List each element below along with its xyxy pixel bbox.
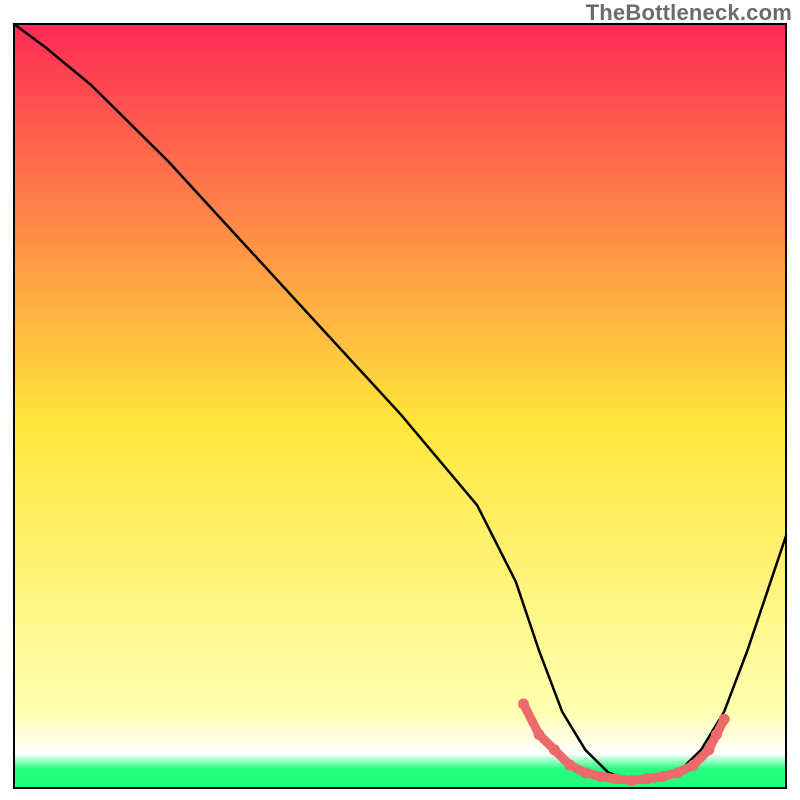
highlight-dot: [534, 729, 545, 740]
highlight-dot: [518, 699, 529, 710]
highlight-dot: [564, 760, 575, 771]
highlight-dot: [642, 773, 653, 784]
highlight-dot: [626, 775, 637, 786]
highlight-dot: [711, 729, 722, 740]
chart-stage: TheBottleneck.com: [0, 0, 800, 800]
highlight-dot: [580, 767, 591, 778]
highlight-dot: [719, 714, 730, 725]
plot-background: [14, 24, 786, 788]
bottleneck-chart: [0, 0, 800, 800]
highlight-dot: [595, 771, 606, 782]
highlight-dot: [672, 767, 683, 778]
highlight-dot: [688, 760, 699, 771]
highlight-dot: [549, 744, 560, 755]
highlight-dot: [611, 773, 622, 784]
highlight-dot: [657, 771, 668, 782]
highlight-dot: [703, 744, 714, 755]
